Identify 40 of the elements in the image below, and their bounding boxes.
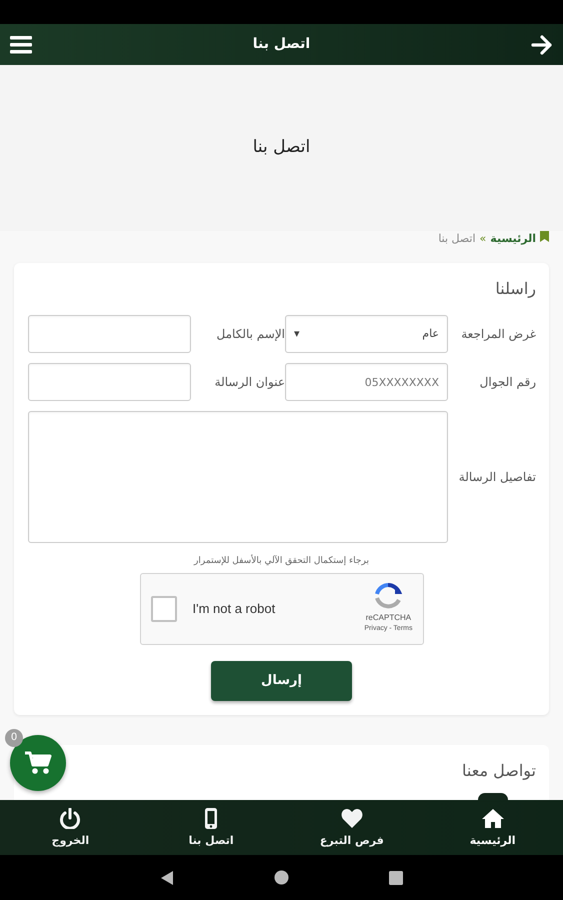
menu-icon[interactable]: [10, 36, 32, 54]
app-bar-title: اتصل بنا: [252, 35, 310, 54]
captcha-checkbox[interactable]: [150, 596, 176, 622]
form-title: راسلنا: [494, 278, 536, 300]
nav-tab[interactable]: الخروج: [0, 800, 141, 855]
field-label: رقم الجوال: [478, 374, 536, 391]
breadcrumb-separator: »: [480, 231, 486, 247]
nav-tab[interactable]: اتصل بنا: [140, 800, 282, 855]
select-field[interactable]: عام ▾: [285, 315, 448, 353]
captcha-note: برجاء إستكمال التحقق الآلي بالأسفل للإستمرار: [192, 555, 370, 568]
captcha-label: I'm not a robot: [192, 600, 276, 618]
power-icon: [59, 808, 82, 829]
recents-icon[interactable]: [389, 870, 403, 884]
field-label: الإسم بالكامل: [216, 326, 285, 343]
home-icon: [482, 808, 504, 829]
input-field[interactable]: [28, 315, 191, 353]
back-icon[interactable]: [160, 870, 174, 886]
input-field[interactable]: 05XXXXXXXX: [285, 363, 448, 401]
nav-tab[interactable]: فرص التبرع: [282, 800, 422, 855]
field-label: عنوان الرسالة: [214, 374, 285, 391]
captcha-brand: reCAPTCHA: [366, 612, 412, 624]
field-label: تفاصيل الرسالة: [458, 469, 536, 486]
field-label: غرض المراجعة: [460, 326, 536, 343]
heart-icon: [340, 808, 363, 829]
page-title: اتصل بنا: [252, 136, 310, 160]
send-button[interactable]: إرسال: [211, 660, 352, 700]
breadcrumb-link[interactable]: الرئيسية: [490, 231, 536, 248]
input-field[interactable]: [28, 363, 191, 401]
section-title: تواصل معنا: [462, 760, 536, 780]
select-value: عام: [422, 326, 439, 342]
active-tab-indicator: [478, 793, 508, 800]
arrow-right-icon[interactable]: [531, 34, 553, 54]
caret-icon: ▾: [294, 326, 300, 342]
home-circle-icon[interactable]: [274, 870, 289, 885]
cart-icon: [24, 750, 52, 776]
cart-count-badge: 0: [5, 729, 23, 747]
message-field[interactable]: [28, 411, 448, 543]
nav-tab[interactable]: الرئيسية: [422, 800, 563, 855]
breadcrumb-current: اتصل بنا: [438, 231, 476, 247]
bookmark-icon: [540, 231, 549, 242]
